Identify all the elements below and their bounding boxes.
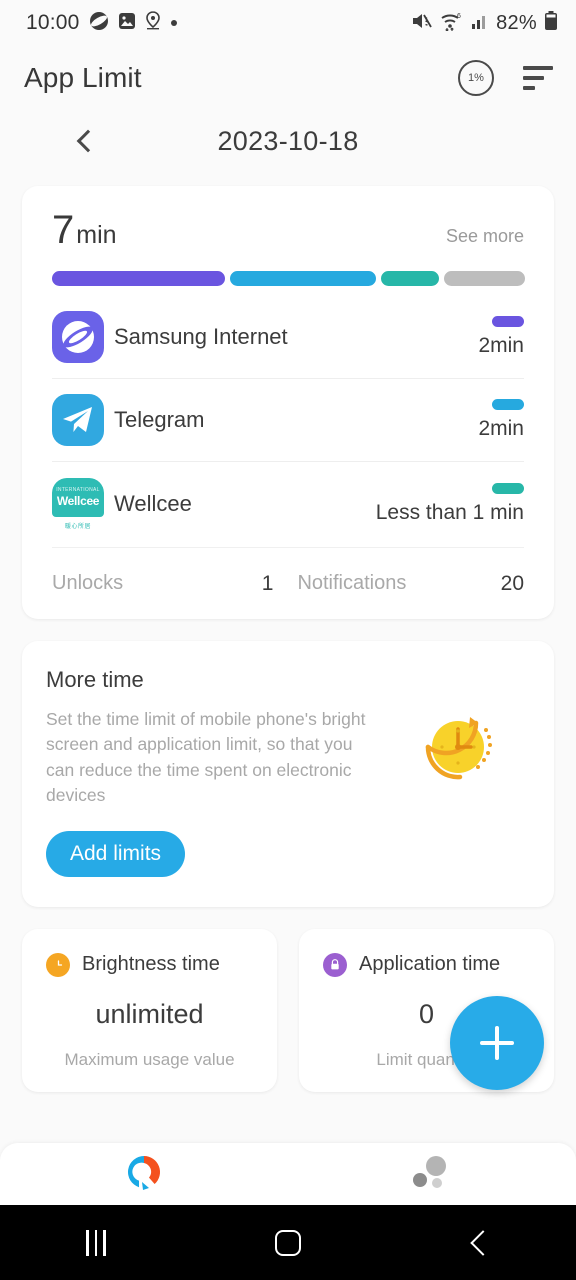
- app-duration-group: 2min: [478, 399, 524, 441]
- back-icon: [470, 1229, 496, 1256]
- total-usage: 7 min: [52, 208, 446, 253]
- stat-label: Notifications: [297, 572, 407, 594]
- segment-telegram: [230, 271, 376, 286]
- percent-badge-label: 1%: [468, 72, 484, 84]
- add-limit-fab[interactable]: [450, 996, 544, 1090]
- nav-item-statistics[interactable]: [0, 1151, 288, 1198]
- app-name: Samsung Internet: [114, 324, 288, 349]
- segment-wellcee: [380, 271, 439, 286]
- app-duration: 2min: [478, 417, 524, 440]
- list-item[interactable]: INTERNATIONAL Wellcee 暖心所居 Wellcee Less …: [52, 462, 524, 545]
- page-title: App Limit: [24, 62, 142, 93]
- total-usage-value: 7: [52, 208, 75, 252]
- usage-segment-bar: [52, 271, 525, 286]
- clock-icon: [46, 952, 70, 977]
- app-duration-group: 2min: [478, 316, 524, 358]
- telegram-icon: [52, 394, 104, 446]
- app-color-pill: [492, 482, 524, 494]
- brightness-time-header: Brightness time: [38, 952, 261, 977]
- app-duration: 2min: [478, 334, 524, 357]
- status-bar-right: 6 82%: [411, 10, 558, 36]
- nav-item-bubbles[interactable]: [288, 1153, 576, 1196]
- wellcee-icon-sub: 暖心所居: [64, 523, 91, 530]
- donut-chart-icon: [123, 1151, 165, 1198]
- sort-line-1: [523, 66, 553, 70]
- status-bar-left: 10:00: [26, 11, 178, 36]
- segment-other: [443, 271, 525, 286]
- location-icon: [145, 11, 161, 35]
- back-button[interactable]: [384, 1229, 576, 1256]
- usage-header: 7 min See more: [52, 208, 524, 253]
- samsung-internet-icon: [89, 11, 109, 36]
- app-color-pill: [492, 399, 524, 410]
- app-color-pill: [492, 316, 524, 327]
- home-icon: [275, 1229, 301, 1256]
- segment-samsung-internet: [52, 271, 226, 286]
- svg-text:6: 6: [457, 13, 461, 20]
- more-time-card: More time Set the time limit of mobile p…: [22, 641, 554, 907]
- status-time: 10:00: [26, 11, 80, 34]
- card-value: unlimited: [95, 998, 204, 1029]
- wifi-icon: 6: [440, 11, 464, 36]
- card-subtitle: Maximum usage value: [64, 1049, 235, 1069]
- percent-badge[interactable]: 1%: [458, 60, 494, 96]
- more-time-description: Set the time limit of mobile phone's bri…: [46, 709, 366, 806]
- samsung-internet-icon: [52, 311, 104, 363]
- wellcee-icon-name: Wellcee: [56, 493, 100, 508]
- status-bar: 10:00 6 82%: [0, 0, 576, 46]
- bottom-navigation: [0, 1143, 576, 1205]
- total-usage-unit: min: [76, 221, 117, 249]
- app-name: Wellcee: [114, 490, 192, 516]
- card-title: Brightness time: [82, 953, 220, 975]
- add-limits-button[interactable]: Add limits: [46, 830, 186, 877]
- wellcee-icon-top: INTERNATIONAL Wellcee: [52, 477, 104, 517]
- stat-value: 1: [261, 571, 274, 595]
- stat-value: 20: [500, 571, 524, 595]
- stat-notifications: Notifications 20: [297, 572, 524, 596]
- battery-percent: 82%: [496, 11, 537, 34]
- app-usage-list: Samsung Internet 2min Telegram 2min INTE…: [52, 296, 524, 545]
- gallery-icon: [118, 12, 136, 35]
- see-more-link[interactable]: See more: [446, 226, 524, 253]
- application-time-header: Application time: [315, 952, 538, 977]
- lock-icon: [323, 952, 347, 977]
- signal-icon: [471, 12, 489, 35]
- previous-day-button[interactable]: [70, 126, 100, 156]
- app-bar: App Limit 1%: [0, 46, 576, 110]
- recents-bar: [86, 1229, 89, 1256]
- wellcee-icon-international: INTERNATIONAL: [56, 486, 100, 493]
- home-button[interactable]: [192, 1229, 384, 1256]
- bubbles-icon: [411, 1153, 453, 1196]
- dot-icon: [170, 14, 178, 32]
- battery-icon: [544, 10, 558, 36]
- sort-icon[interactable]: [522, 63, 556, 93]
- phone-screen: 10:00 6 82% App Limit 1% 2023-10-18 7 mi…: [0, 0, 576, 1280]
- app-name: Telegram: [114, 407, 205, 432]
- usage-summary-card: 7 min See more Samsung Internet 2min Tel…: [22, 186, 554, 619]
- list-item[interactable]: Samsung Internet 2min: [52, 296, 524, 379]
- app-duration: Less than 1 min: [375, 500, 524, 524]
- brightness-time-card[interactable]: Brightness time unlimited Maximum usage …: [22, 928, 277, 1092]
- sort-line-2: [523, 76, 544, 80]
- list-item[interactable]: Telegram 2min: [52, 379, 524, 462]
- recents-bar: [103, 1229, 106, 1256]
- card-title: Application time: [359, 953, 501, 975]
- more-time-title: More time: [46, 667, 144, 692]
- mute-icon: [411, 11, 433, 36]
- app-duration-group: Less than 1 min: [375, 482, 524, 525]
- android-navigation-bar: [0, 1205, 576, 1280]
- clock-arrow-icon: [410, 697, 506, 793]
- recents-button[interactable]: [0, 1229, 192, 1256]
- recents-icon: [86, 1229, 106, 1256]
- stat-unlocks: Unlocks 1: [52, 572, 297, 596]
- wellcee-icon: INTERNATIONAL Wellcee 暖心所居: [52, 477, 104, 530]
- recents-bar: [94, 1229, 98, 1256]
- usage-stats-row: Unlocks 1 Notifications 20: [52, 547, 524, 619]
- date-nav: 2023-10-18: [0, 110, 576, 172]
- sort-line-3: [523, 86, 535, 90]
- stat-label: Unlocks: [52, 572, 124, 594]
